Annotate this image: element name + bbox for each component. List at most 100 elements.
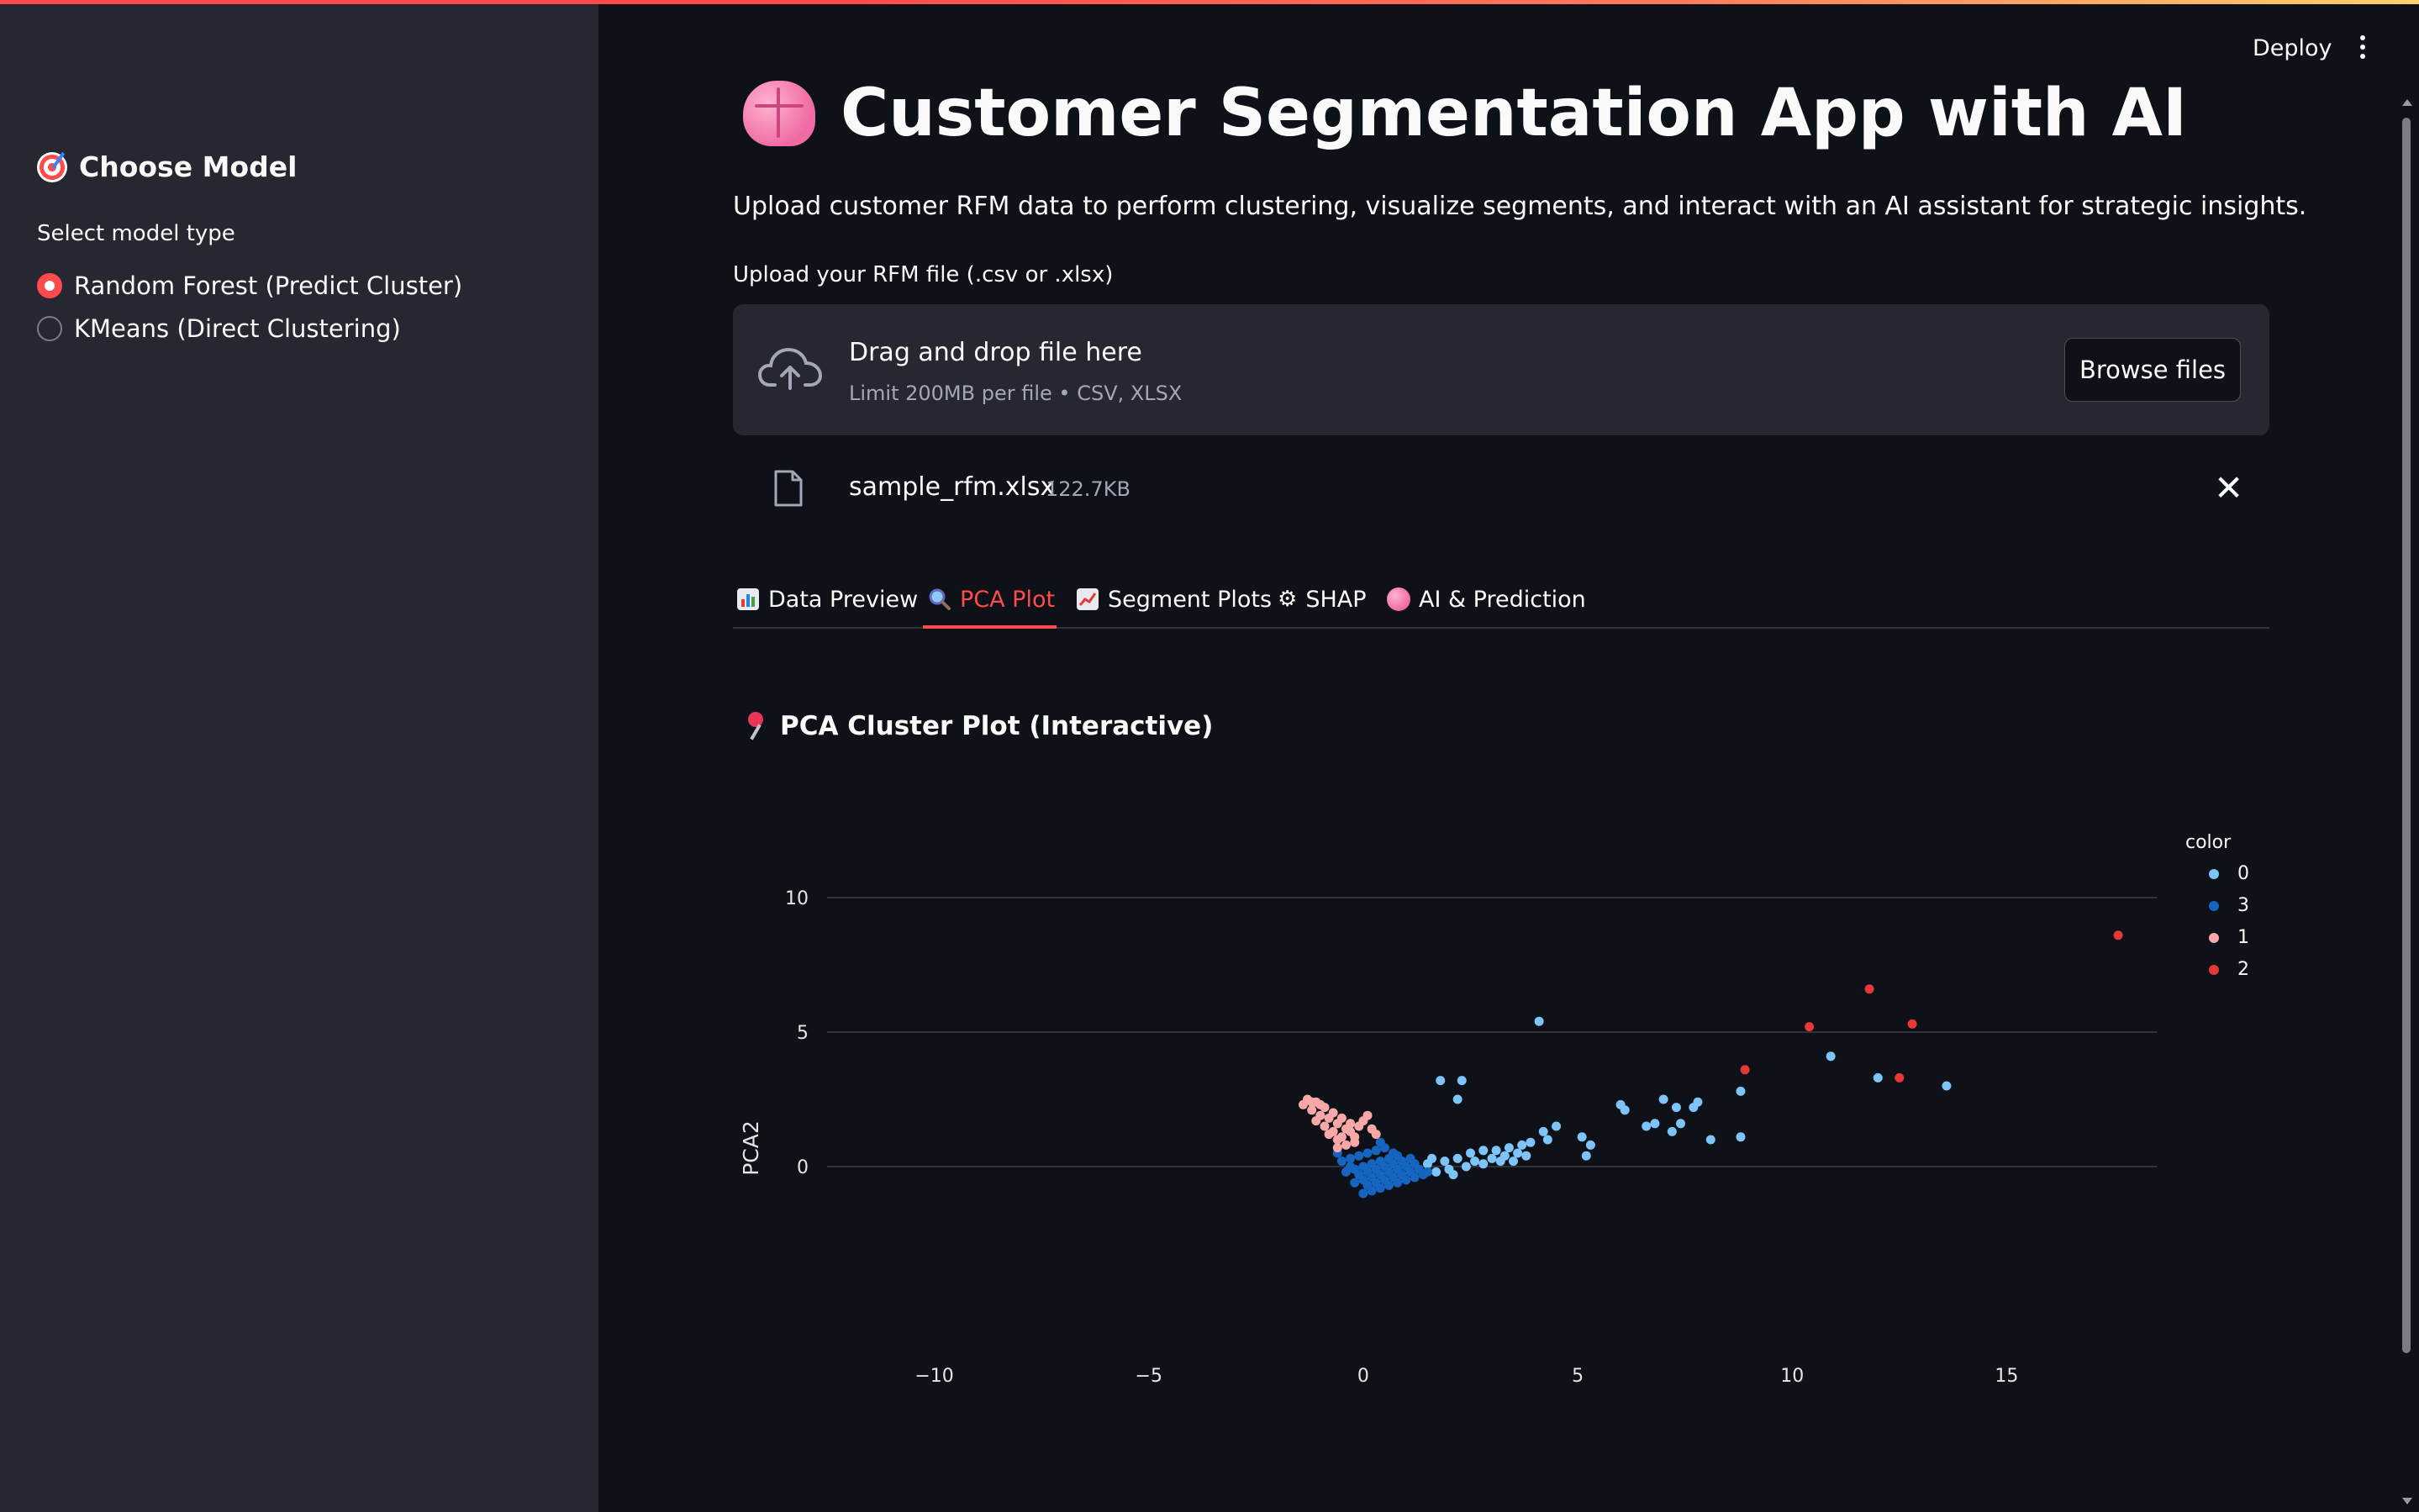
radio-selected-icon[interactable] (37, 273, 62, 298)
scatter-point-cluster-2[interactable] (1864, 984, 1874, 994)
scatter-point-cluster-1[interactable] (1324, 1130, 1334, 1140)
scatter-point-cluster-2[interactable] (1907, 1019, 1917, 1029)
legend-item-1[interactable]: 1 (2209, 927, 2249, 948)
tab-label[interactable]: Segment Plots (1108, 587, 1272, 613)
legend-item-2[interactable]: 2 (2209, 959, 2249, 980)
scatter-point-cluster-0[interactable] (1526, 1137, 1536, 1147)
radio-label[interactable]: Random Forest (Predict Cluster) (74, 271, 462, 300)
browse-files-button[interactable]: Browse files (2064, 338, 2241, 402)
scatter-point-cluster-0[interactable] (1440, 1156, 1450, 1167)
scatter-point-cluster-3[interactable] (1371, 1164, 1381, 1174)
tab-label[interactable]: PCA Plot (960, 587, 1055, 613)
scatter-point-cluster-0[interactable] (1642, 1121, 1652, 1131)
scatter-point-cluster-2[interactable] (1805, 1022, 1815, 1032)
scatter-point-cluster-0[interactable] (1538, 1126, 1548, 1136)
scatter-point-cluster-1[interactable] (1315, 1099, 1325, 1109)
legend-item-0[interactable]: 0 (2209, 863, 2249, 884)
scatter-point-cluster-3[interactable] (1389, 1172, 1399, 1183)
scatter-point-cluster-0[interactable] (1658, 1094, 1668, 1104)
scatter-point-cluster-3[interactable] (1362, 1167, 1373, 1177)
scatter-point-cluster-0[interactable] (1470, 1156, 1480, 1167)
scatter-point-cluster-1[interactable] (1350, 1137, 1360, 1147)
scatter-point-cluster-1[interactable] (1332, 1143, 1342, 1153)
scatter-point-cluster-3[interactable] (1397, 1156, 1407, 1167)
scatter-point-cluster-3[interactable] (1405, 1167, 1415, 1177)
scatter-point-cluster-2[interactable] (1895, 1072, 1905, 1083)
scatter-point-cluster-0[interactable] (1693, 1097, 1703, 1107)
scatter-point-cluster-0[interactable] (1585, 1140, 1595, 1150)
scatter-point-cluster-0[interactable] (1676, 1119, 1686, 1129)
scatter-point-cluster-0[interactable] (1620, 1105, 1630, 1115)
remove-file-close-icon[interactable]: ✕ (2214, 467, 2243, 508)
scatter-point-cluster-1[interactable] (1336, 1113, 1347, 1123)
scatter-point-cluster-1[interactable] (1341, 1124, 1351, 1134)
scatter-point-cluster-0[interactable] (1552, 1121, 1562, 1131)
tab-segment-plots[interactable]: Segment Plots (1076, 578, 1272, 620)
scatter-point-cluster-1[interactable] (1328, 1108, 1338, 1118)
tab-label[interactable]: Data Preview (768, 587, 918, 613)
scatter-point-cluster-1[interactable] (1371, 1130, 1381, 1140)
scatter-point-cluster-3[interactable] (1389, 1159, 1399, 1169)
scatter-point-cluster-0[interactable] (1736, 1132, 1746, 1142)
scatter-point-cluster-0[interactable] (1504, 1143, 1514, 1153)
scatter-point-cluster-1[interactable] (1332, 1135, 1342, 1145)
scatter-point-cluster-0[interactable] (1873, 1072, 1883, 1083)
scatter-point-cluster-0[interactable] (1431, 1167, 1441, 1177)
tab-label[interactable]: SHAP (1305, 587, 1366, 613)
tab-shap[interactable]: ⚙ SHAP (1278, 578, 1367, 620)
scatter-point-cluster-0[interactable] (1509, 1156, 1519, 1167)
scatter-point-cluster-0[interactable] (1736, 1086, 1746, 1096)
scatter-point-cluster-0[interactable] (1452, 1153, 1462, 1163)
scatter-point-cluster-0[interactable] (1521, 1151, 1531, 1161)
file-dropzone[interactable]: Drag and drop file here Limit 200MB per … (733, 304, 2269, 435)
scatter-point-cluster-0[interactable] (1448, 1170, 1458, 1180)
scatter-point-cluster-0[interactable] (1534, 1016, 1544, 1026)
scroll-down-arrow[interactable] (2402, 1498, 2412, 1504)
pca-scatter-chart[interactable]: 0510−10−5051015PCA1PCA2 (733, 815, 2195, 1387)
scatter-point-cluster-3[interactable] (1414, 1164, 1424, 1174)
radio-label[interactable]: KMeans (Direct Clustering) (74, 314, 401, 343)
scatter-point-cluster-3[interactable] (1336, 1156, 1347, 1167)
scatter-point-cluster-3[interactable] (1405, 1153, 1415, 1163)
scatter-point-cluster-0[interactable] (1478, 1146, 1489, 1156)
scatter-point-cluster-0[interactable] (1436, 1076, 1446, 1086)
scatter-point-cluster-0[interactable] (1461, 1162, 1471, 1172)
scatter-point-cluster-3[interactable] (1389, 1148, 1399, 1158)
scatter-point-cluster-3[interactable] (1371, 1146, 1381, 1156)
radio-unselected-icon[interactable] (37, 316, 62, 341)
scatter-point-cluster-3[interactable] (1379, 1162, 1389, 1172)
scrollbar-thumb[interactable] (2402, 118, 2411, 1353)
scatter-point-cluster-3[interactable] (1362, 1180, 1373, 1190)
tab-label[interactable]: AI & Prediction (1419, 587, 1586, 613)
scatter-point-cluster-0[interactable] (1542, 1135, 1552, 1145)
radio-option-kmeans[interactable]: KMeans (Direct Clustering) (37, 314, 401, 343)
scatter-point-cluster-3[interactable] (1358, 1188, 1368, 1199)
scatter-point-cluster-0[interactable] (1422, 1159, 1432, 1169)
scatter-point-cluster-0[interactable] (1487, 1153, 1497, 1163)
tab-ai-prediction[interactable]: AI & Prediction (1387, 578, 1586, 620)
scatter-point-cluster-0[interactable] (1465, 1148, 1475, 1158)
scatter-point-cluster-3[interactable] (1375, 1137, 1385, 1147)
scatter-point-cluster-0[interactable] (1671, 1103, 1681, 1113)
scatter-point-cluster-0[interactable] (1457, 1076, 1467, 1086)
scatter-point-cluster-1[interactable] (1341, 1140, 1351, 1150)
scatter-point-cluster-0[interactable] (1826, 1051, 1836, 1062)
scatter-point-cluster-3[interactable] (1346, 1153, 1356, 1163)
scatter-point-cluster-1[interactable] (1307, 1105, 1317, 1115)
scatter-point-cluster-3[interactable] (1379, 1175, 1389, 1185)
scatter-point-cluster-3[interactable] (1354, 1170, 1364, 1180)
scatter-point-cluster-0[interactable] (1650, 1119, 1660, 1129)
scatter-point-cluster-0[interactable] (1942, 1081, 1952, 1091)
radio-option-random-forest[interactable]: Random Forest (Predict Cluster) (37, 271, 462, 300)
scatter-point-cluster-1[interactable] (1320, 1121, 1330, 1131)
tab-data-preview[interactable]: Data Preview (736, 578, 918, 620)
scatter-point-cluster-2[interactable] (2113, 930, 2123, 940)
scroll-up-arrow[interactable] (2402, 99, 2412, 106)
scatter-point-cluster-3[interactable] (1362, 1148, 1373, 1158)
scatter-point-cluster-1[interactable] (1311, 1116, 1321, 1126)
scatter-point-cluster-3[interactable] (1354, 1151, 1364, 1161)
more-options-icon[interactable] (2358, 35, 2367, 64)
scatter-point-cluster-0[interactable] (1491, 1146, 1501, 1156)
scatter-point-cluster-2[interactable] (1740, 1065, 1750, 1075)
scatter-point-cluster-3[interactable] (1371, 1177, 1381, 1188)
